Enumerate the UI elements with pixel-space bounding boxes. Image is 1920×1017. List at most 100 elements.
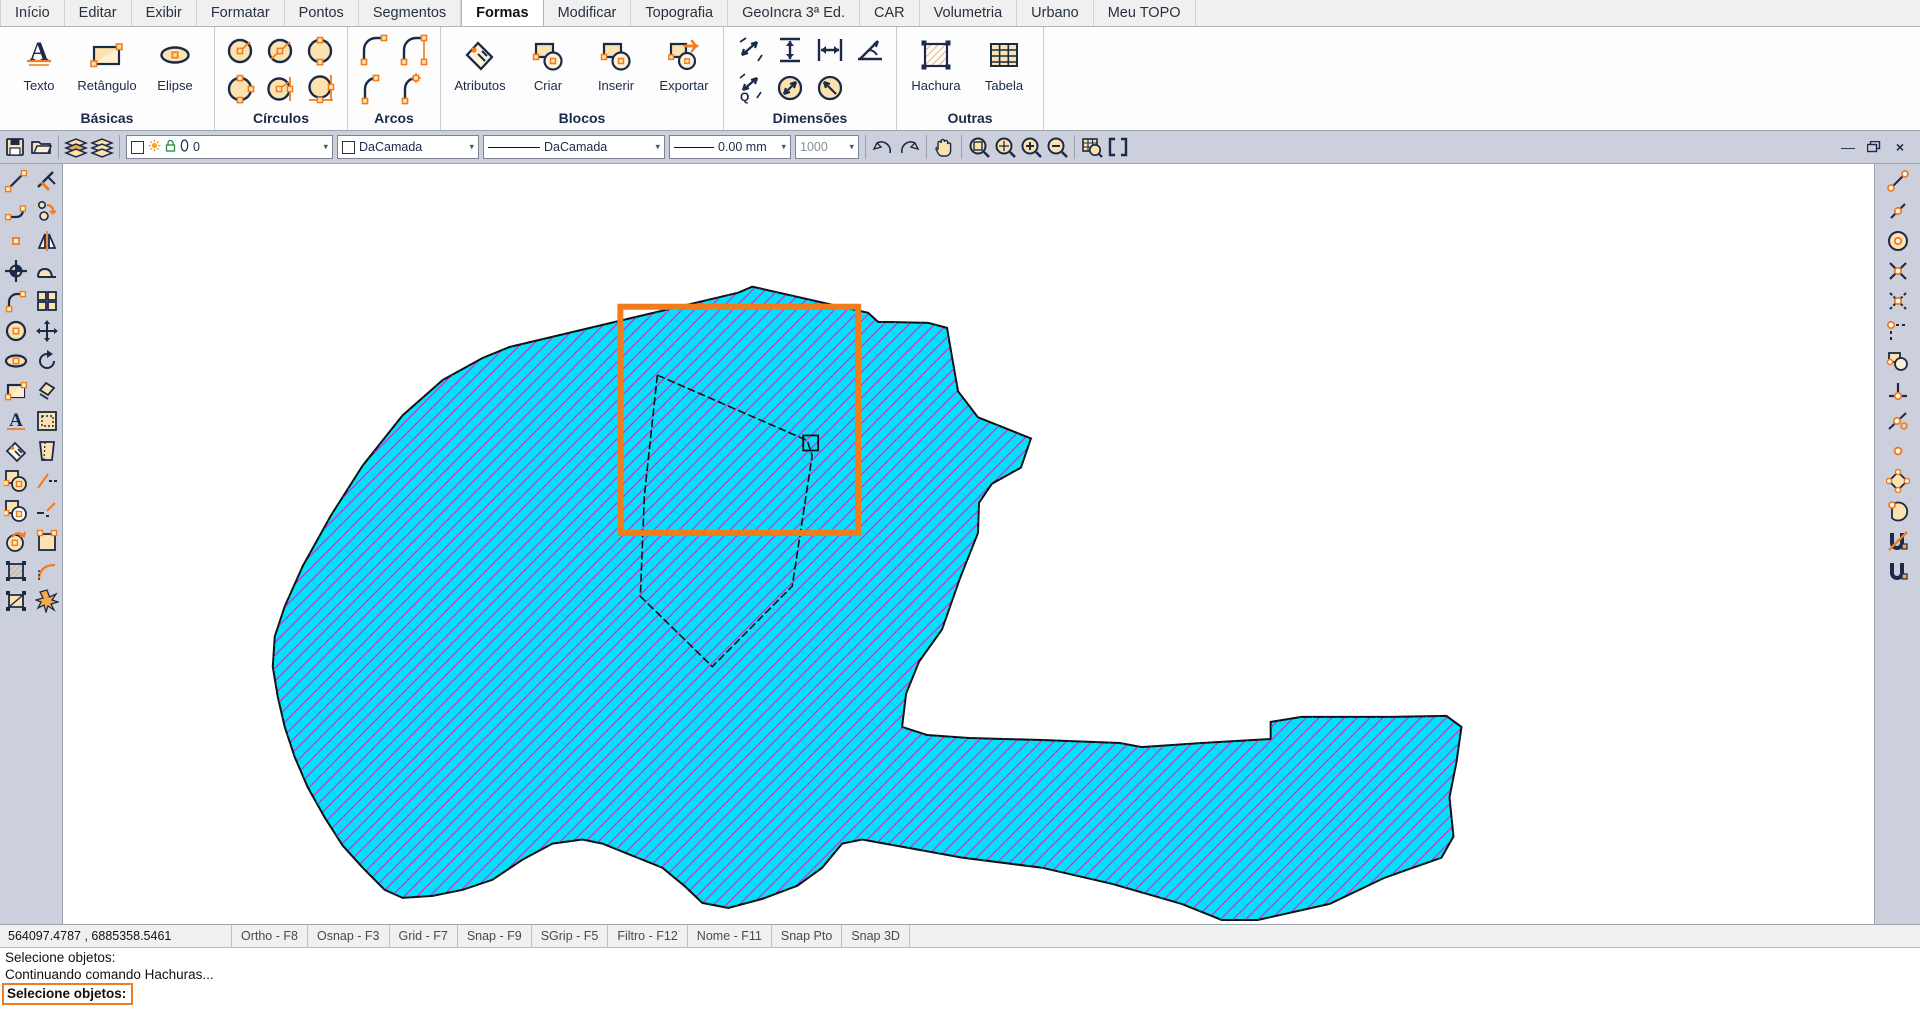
snap-perpendicular-icon[interactable] (1878, 376, 1918, 406)
menu-item-volumetria[interactable]: Volumetria (919, 0, 1018, 26)
save-icon[interactable] (2, 134, 28, 160)
snap-quadrant-icon[interactable] (1878, 466, 1918, 496)
snap-tangent-icon[interactable] (1878, 406, 1918, 436)
status-toggle-snap[interactable]: Snap Pto (771, 925, 843, 947)
tool-texto[interactable]: A Texto (6, 31, 72, 93)
snap-toggle-icon[interactable] (1878, 556, 1918, 586)
snap-midpoint-icon[interactable] (1878, 196, 1918, 226)
divide-line-icon[interactable] (31, 466, 62, 496)
point-icon[interactable] (0, 226, 31, 256)
zoom-extents-icon[interactable] (992, 134, 1018, 160)
status-toggle-ortho[interactable]: Ortho - F8 (232, 925, 308, 947)
status-toggle-osnap[interactable]: Osnap - F3 (307, 925, 390, 947)
arc-icon[interactable] (0, 286, 31, 316)
snap-node-icon[interactable] (1878, 436, 1918, 466)
menu-item-meu-topo[interactable]: Meu TOPO (1093, 0, 1196, 26)
union-icon[interactable] (0, 466, 31, 496)
tool-criar-bloco[interactable]: Criar (515, 31, 581, 93)
menu-item-formas[interactable]: Formas (461, 0, 544, 26)
tool-dim-horizontal[interactable] (811, 32, 849, 68)
command-prompt[interactable]: Selecione objetos: (2, 983, 134, 1005)
text-icon[interactable]: A (0, 406, 31, 436)
trim-icon[interactable] (31, 166, 62, 196)
menu-item-editar[interactable]: Editar (64, 0, 132, 26)
menu-item-in-cio[interactable]: Início (0, 0, 65, 26)
tool-circle-tangent-tangent[interactable] (302, 70, 340, 106)
command-line-area[interactable]: Selecione objetos: Continuando comando H… (0, 947, 1920, 1017)
hatch-icon[interactable] (0, 556, 31, 586)
restore-button[interactable] (1862, 136, 1886, 158)
menu-item-modificar[interactable]: Modificar (543, 0, 632, 26)
subtract-icon[interactable] (0, 496, 31, 526)
scale-icon[interactable] (31, 376, 62, 406)
layer-plot-icon[interactable] (180, 139, 189, 155)
zoom-window-icon[interactable] (966, 134, 992, 160)
tool-arc-start-center-angle[interactable] (395, 70, 433, 106)
tool-arc-start-end-direction[interactable] (355, 70, 393, 106)
array-icon[interactable] (31, 286, 62, 316)
tool-retangulo[interactable]: Retângulo (74, 31, 140, 93)
revolve-icon[interactable] (0, 526, 31, 556)
tool-dim-diameter[interactable] (811, 70, 849, 106)
drawing-canvas[interactable] (63, 164, 1874, 924)
move-icon[interactable] (31, 316, 62, 346)
status-toggle-filtro[interactable]: Filtro - F12 (608, 925, 688, 947)
menu-item-segmentos[interactable]: Segmentos (358, 0, 462, 26)
snap-insertion-icon[interactable] (1878, 346, 1918, 376)
menu-item-formatar[interactable]: Formatar (196, 0, 285, 26)
redo-icon[interactable] (896, 134, 922, 160)
open-icon[interactable] (28, 134, 54, 160)
close-button[interactable]: × (1888, 136, 1912, 158)
layer-sun-icon[interactable] (148, 139, 161, 155)
region-icon[interactable] (0, 586, 31, 616)
chevron-down-icon[interactable]: ▾ (469, 142, 474, 153)
status-toggle-snap[interactable]: Snap - F9 (457, 925, 532, 947)
tool-tabela[interactable]: Tabela (971, 31, 1037, 93)
snap-extension-icon[interactable] (1878, 316, 1918, 346)
drawing-svg[interactable] (63, 164, 1874, 924)
trapezoid-icon[interactable] (31, 436, 62, 466)
tool-exportar-bloco[interactable]: Exportar (651, 31, 717, 93)
lineweight-combo[interactable]: 0.00 mm ▾ (669, 135, 791, 159)
layers-icon[interactable] (63, 134, 89, 160)
zoom-in-icon[interactable] (1018, 134, 1044, 160)
layer-manager-icon[interactable] (89, 134, 115, 160)
tool-elipse[interactable]: Elipse (142, 31, 208, 93)
attribute-icon[interactable] (0, 436, 31, 466)
pan-hand-icon[interactable] (931, 134, 957, 160)
line-icon[interactable] (0, 166, 31, 196)
rotate-icon[interactable] (31, 346, 62, 376)
status-toggle-grid[interactable]: Grid - F7 (389, 925, 458, 947)
tool-circle-center-radius[interactable] (222, 32, 260, 68)
rectangle-icon[interactable] (0, 376, 31, 406)
tool-hachura[interactable]: Hachura (903, 31, 969, 93)
chevron-down-icon[interactable]: ▾ (655, 142, 660, 153)
zoom-previous-icon[interactable] (1079, 134, 1105, 160)
menu-item-urbano[interactable]: Urbano (1017, 0, 1094, 26)
minimize-button[interactable]: — (1836, 136, 1860, 158)
ltscale-combo[interactable]: 1000 ▾ (795, 135, 859, 159)
menu-item-car[interactable]: CAR (860, 0, 920, 26)
tool-circle-center-diameter[interactable] (262, 32, 300, 68)
menu-item-geoincra-3-ed[interactable]: GeoIncra 3ª Ed. (728, 0, 861, 26)
explode-icon[interactable] (31, 586, 62, 616)
tool-arc-3points[interactable] (355, 32, 393, 68)
status-toggle-sgrip[interactable]: SGrip - F5 (531, 925, 609, 947)
offset-icon[interactable] (31, 256, 62, 286)
snap-none-icon[interactable] (1878, 526, 1918, 556)
tool-arc-start-center-end[interactable] (395, 32, 433, 68)
circle-icon[interactable] (0, 316, 31, 346)
tool-dim-angular[interactable] (851, 32, 889, 68)
snap-intersection-icon[interactable] (1878, 256, 1918, 286)
tool-atributos[interactable]: Atributos (447, 31, 513, 93)
snap-nearest-icon[interactable] (1878, 496, 1918, 526)
tool-circle-3points[interactable] (222, 70, 260, 106)
linetype-combo[interactable]: DaCamada ▾ (483, 135, 665, 159)
parcel-polygon-group[interactable] (271, 285, 1463, 921)
copy-icon[interactable] (31, 526, 62, 556)
chevron-down-icon[interactable]: ▾ (781, 142, 786, 153)
zoom-out-icon[interactable] (1044, 134, 1070, 160)
snap-apparent-intersection-icon[interactable] (1878, 286, 1918, 316)
ellipse-icon[interactable] (0, 346, 31, 376)
menu-item-topografia[interactable]: Topografia (631, 0, 729, 26)
